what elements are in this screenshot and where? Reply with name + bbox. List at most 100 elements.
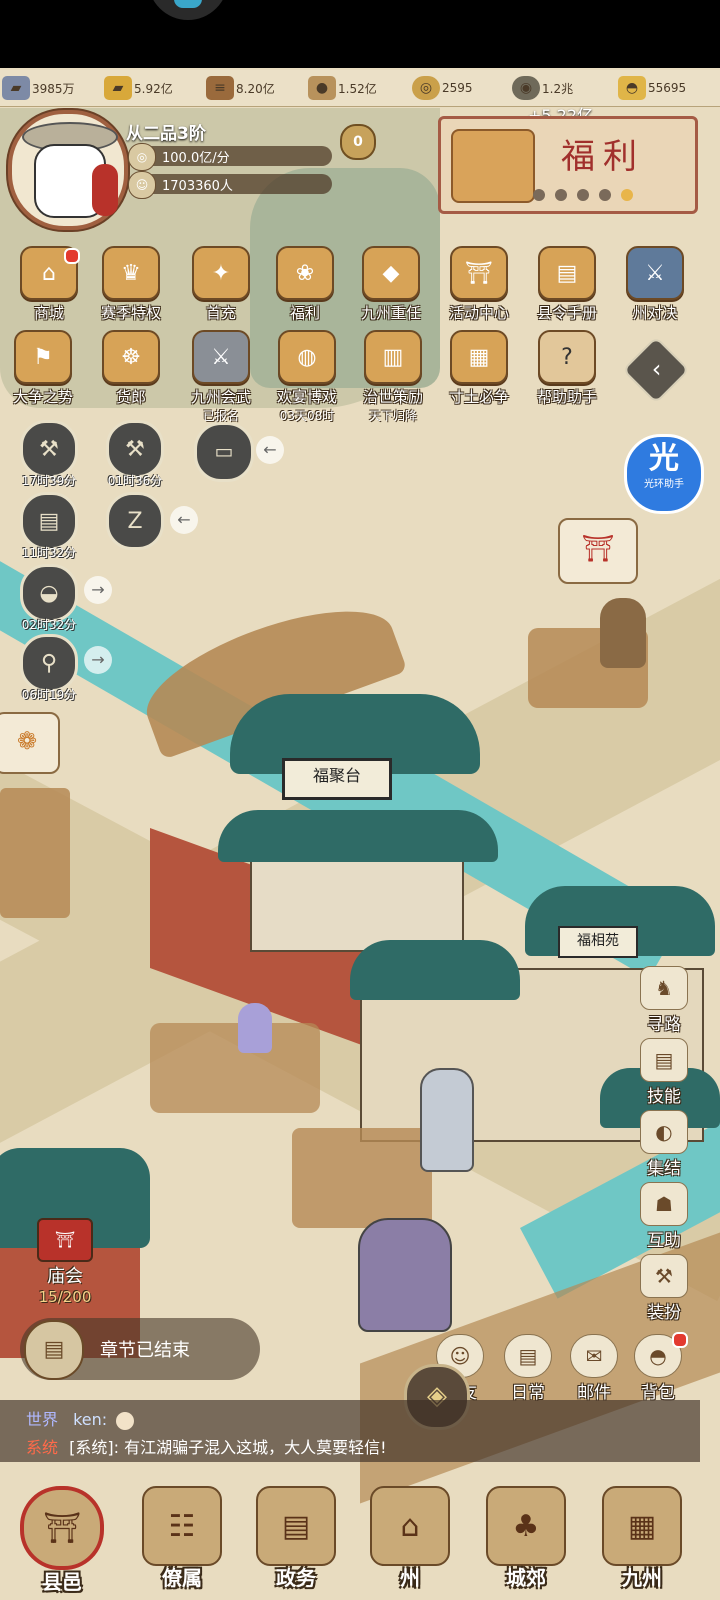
nav-outskirts[interactable]: ♣ 城郊 (470, 1478, 582, 1598)
world-map-icon: ▦ (602, 1486, 682, 1566)
first-charge-icon: ✦ (192, 246, 250, 300)
empty-build-slot[interactable]: ▭ (194, 422, 254, 482)
banner-icon: ⚑ (14, 330, 72, 384)
gift-basket-icon (451, 129, 535, 203)
outskirts-icon: ♣ (486, 1486, 566, 1566)
merchant-speech-bubble[interactable]: ⛩ (558, 518, 638, 584)
gourd-icon: ❁ (16, 727, 38, 755)
bag-button[interactable]: ◓ 背包 (626, 1332, 690, 1403)
hall-roof-lower (218, 810, 498, 862)
resource-ingots[interactable]: ▰ 3985万 (2, 74, 75, 102)
research-timer[interactable]: ▤ 11时32分 (14, 492, 84, 561)
feature-land-contest[interactable]: ▦ 寸土必争 (442, 330, 516, 407)
chapter-panel[interactable]: ▤ 章节已结束 (20, 1318, 260, 1380)
player-avatar[interactable] (8, 110, 128, 230)
farming-timer[interactable]: ⚲ 06时19分 (14, 634, 84, 703)
world-channel-tag: 世界 (26, 1410, 59, 1429)
cooking-timer[interactable]: ◒ 02时32分 (14, 564, 84, 633)
notification-dot (672, 1332, 688, 1348)
dress-up-button[interactable]: ⚒ 装扮 (632, 1254, 696, 1323)
banquet-icon: ◍ (278, 330, 336, 384)
feature-governance-policy[interactable]: ▥ 治世策励 天下归降 (356, 330, 430, 424)
system-message: [系统]: 有江湖骗子混入这城，大人莫要轻信! (69, 1438, 387, 1457)
hammer-icon: ⚒ (106, 420, 164, 478)
resource-bar: ▰ 3985万 ▰ 5.92亿 ≡ 8.20亿 ● 1.52亿 ◎ 2595 ◉… (0, 70, 720, 107)
person-icon: ☺ (128, 171, 156, 199)
expand-arrow-icon[interactable]: ← (170, 506, 198, 534)
cart-vendor-character[interactable] (600, 598, 646, 668)
coin-badge[interactable]: 0 (340, 124, 376, 160)
feature-jiuzhou-martial[interactable]: ⚔ 九州会武 已报名 (184, 330, 258, 424)
feature-first-charge[interactable]: ✦ 首充 (184, 246, 258, 323)
skills-button[interactable]: ▤ 技能 (632, 1038, 696, 1107)
mail-button[interactable]: ✉ 邮件 (562, 1334, 626, 1403)
carousel-dot[interactable] (555, 189, 567, 201)
map-scroll-icon: ▦ (450, 330, 508, 384)
chat-username: ken: (73, 1410, 108, 1429)
swordsman-character[interactable] (420, 1068, 474, 1172)
carousel-dot[interactable] (577, 189, 589, 201)
construction-timer[interactable]: ⚒ 01时36分 (100, 420, 170, 489)
feature-prefecture-duel[interactable]: ⚔ 州对决 (618, 246, 692, 323)
construction-timer[interactable]: ⚒ 17时39分 (14, 420, 84, 489)
temple-fair[interactable]: ⛩ 庙会 15/200 (20, 1218, 110, 1306)
resource-grain[interactable]: ● 1.52亿 (308, 74, 377, 102)
nav-officials[interactable]: ☷ 僚属 (126, 1478, 238, 1598)
carousel-dot[interactable] (599, 189, 611, 201)
pavilion-coin-icon: ⛩ (581, 534, 615, 564)
feature-event-center[interactable]: ⛩ 活动中心 (442, 246, 516, 323)
pot-icon: ◒ (20, 564, 78, 622)
feature-shop[interactable]: ⌂ 商城 (12, 246, 86, 323)
carousel-dot[interactable] (533, 189, 545, 201)
carousel-dot-active[interactable] (621, 189, 633, 201)
welfare-banner[interactable]: 福利 (438, 116, 698, 214)
feature-magistrate-handbook[interactable]: ▤ 县令手册 (530, 246, 604, 323)
assistant-floating-button[interactable]: 光 光环助手 (624, 434, 704, 514)
resource-timber[interactable]: ≡ 8.20亿 (206, 74, 275, 102)
mail-icon: ✉ (570, 1334, 618, 1378)
chat-panel[interactable]: 世界 ken: 系统 [系统]: 有江湖骗子混入这城，大人莫要轻信! (0, 1400, 700, 1462)
temple-fair-label: 庙会 (47, 1266, 83, 1287)
gift-icon: ❀ (276, 246, 334, 300)
prefecture-icon: ⌂ (370, 1486, 450, 1566)
feature-banquet-games[interactable]: ◍ 欢宴博戏 03天08时 (270, 330, 344, 424)
mutual-aid-button[interactable]: ☗ 互助 (632, 1182, 696, 1251)
gather-button[interactable]: ◐ 集结 (632, 1110, 696, 1179)
feature-peddler[interactable]: ☸ 货郎 (94, 330, 168, 407)
feature-season-privilege[interactable]: ♛ 赛季特权 (94, 246, 168, 323)
lady-character[interactable] (238, 1003, 272, 1053)
chapter-book-icon: ▤ (24, 1320, 84, 1380)
daily-button[interactable]: ▤ 日常 (496, 1334, 560, 1403)
feature-help-assistant[interactable]: ? 帮助助手 (530, 330, 604, 407)
resource-copper[interactable]: ◎ 2595 (412, 74, 473, 102)
feature-great-struggle[interactable]: ⚑ 大争之势 (6, 330, 80, 407)
avatar-mask (92, 164, 118, 216)
rider-character[interactable] (358, 1218, 452, 1332)
nav-prefecture[interactable]: ⌂ 州 (354, 1478, 466, 1598)
compound-sign: 福相苑 (558, 926, 638, 958)
nav-county-town[interactable]: ⛩ 县邑 (6, 1478, 118, 1598)
nav-jiuzhou[interactable]: ▦ 九州 (586, 1478, 698, 1598)
expand-arrow-icon[interactable]: → (84, 646, 112, 674)
temple-gate-icon: ⛩ (37, 1218, 93, 1262)
scroll-icon: ▤ (20, 492, 78, 550)
idle-research-slot[interactable]: Z (100, 492, 170, 550)
pathfinding-button[interactable]: ♞ 寻路 (632, 966, 696, 1035)
nav-government-affairs[interactable]: ▤ 政务 (240, 1478, 352, 1598)
coin-string-icon: ◉ (512, 76, 540, 100)
app-logo-icon (148, 0, 228, 20)
skill-scroll-icon: ▤ (640, 1038, 688, 1082)
population-bar: ☺ 1703360人 (128, 171, 332, 199)
feature-jiuzhou-duty[interactable]: ◆ 九州重任 (354, 246, 428, 323)
expand-arrow-icon[interactable]: → (84, 576, 112, 604)
feature-welfare[interactable]: ❀ 福利 (268, 246, 342, 323)
chat-user-avatar (116, 1411, 135, 1430)
daily-scroll-icon: ▤ (504, 1334, 552, 1378)
sleep-scroll-icon: Z (106, 492, 164, 550)
expand-arrow-icon[interactable]: ← (256, 436, 284, 464)
resource-coin-string[interactable]: ◉ 1.2兆 (512, 74, 573, 102)
vendor-speech-bubble[interactable]: ❁ (0, 712, 60, 774)
resource-yuanbao[interactable]: ◓ 55695 (618, 74, 686, 102)
resource-gold[interactable]: ▰ 5.92亿 (104, 74, 173, 102)
market-stall (292, 1128, 432, 1228)
